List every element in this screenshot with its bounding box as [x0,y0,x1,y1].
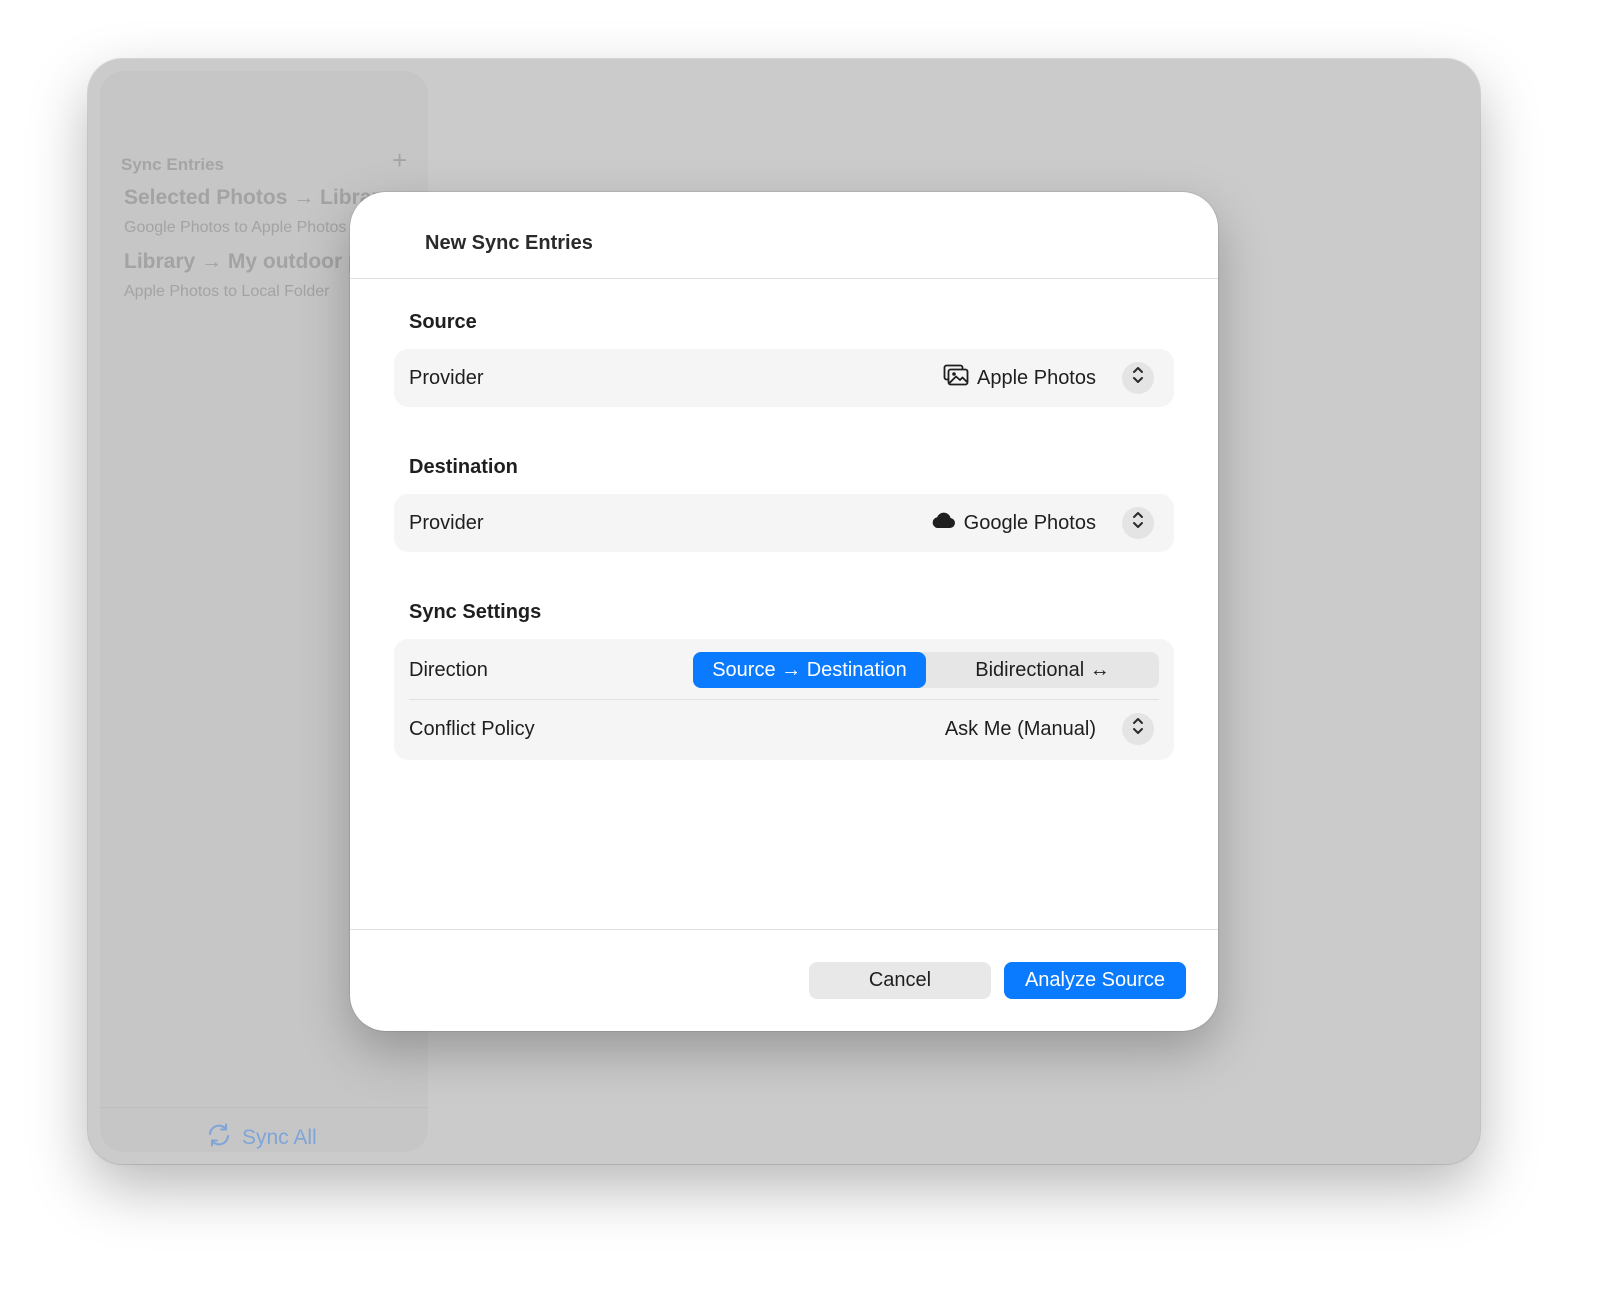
conflict-policy-stepper[interactable] [1122,713,1154,745]
destination-group: Provider Google Photos [394,494,1174,552]
footer-divider [350,929,1218,930]
sidebar-header: Sync Entries [121,155,224,174]
destination-provider-stepper[interactable] [1122,507,1154,539]
direction-segmented-control[interactable]: Source → Destination Bidirectional ↔ [693,652,1159,688]
header-divider [350,278,1218,279]
sidebar-item-subtitle: Apple Photos to Local Folder [124,283,330,300]
sync-icon [206,1123,232,1153]
direction-label: Direction [409,658,488,681]
destination-section-label: Destination [409,456,518,478]
sidebar-item-title[interactable]: Selected Photos → Library [124,186,391,210]
chevron-up-down-icon [1131,365,1145,391]
source-provider-popup[interactable]: Apple Photos [943,362,1154,394]
analyze-source-button[interactable]: Analyze Source [1004,962,1186,999]
conflict-policy-row: Conflict Policy Ask Me (Manual) [394,700,1174,758]
destination-provider-value: Google Photos [963,511,1096,534]
source-provider-row: Provider Apple Photos [394,349,1174,407]
cloud-icon [930,511,956,535]
conflict-policy-value: Ask Me (Manual) [944,717,1096,740]
source-section-label: Source [409,311,477,333]
dialog-title: New Sync Entries [425,232,593,254]
sync-all-label: Sync All [242,1126,317,1149]
chevron-up-down-icon [1131,716,1145,742]
new-sync-dialog: New Sync Entries Source Provider Apple P… [350,192,1218,1031]
sync-all-button[interactable]: Sync All [206,1123,317,1153]
sidebar-footer-divider [100,1107,428,1108]
conflict-policy-popup[interactable]: Ask Me (Manual) [945,713,1154,745]
direction-row: Direction Source → Destination Bidirecti… [394,641,1174,699]
source-provider-label: Provider [409,366,484,389]
source-provider-value: Apple Photos [977,366,1096,389]
direction-option-source-to-destination[interactable]: Source → Destination [693,652,926,688]
destination-provider-row: Provider Google Photos [394,494,1174,552]
destination-provider-popup[interactable]: Google Photos [930,507,1154,539]
sidebar-item-subtitle: Google Photos to Apple Photos [124,219,347,236]
photos-icon [943,364,969,392]
source-provider-stepper[interactable] [1122,362,1154,394]
chevron-up-down-icon [1131,510,1145,536]
sync-settings-group: Direction Source → Destination Bidirecti… [394,639,1174,760]
direction-option-bidirectional[interactable]: Bidirectional ↔ [926,652,1159,688]
sync-settings-section-label: Sync Settings [409,601,542,623]
conflict-policy-label: Conflict Policy [409,717,535,740]
sidebar-item-title[interactable]: Library → My outdoor p [124,250,361,274]
destination-provider-label: Provider [409,511,484,534]
cancel-button[interactable]: Cancel [809,962,991,999]
add-entry-button[interactable]: + [392,147,407,173]
source-group: Provider Apple Photos [394,349,1174,407]
